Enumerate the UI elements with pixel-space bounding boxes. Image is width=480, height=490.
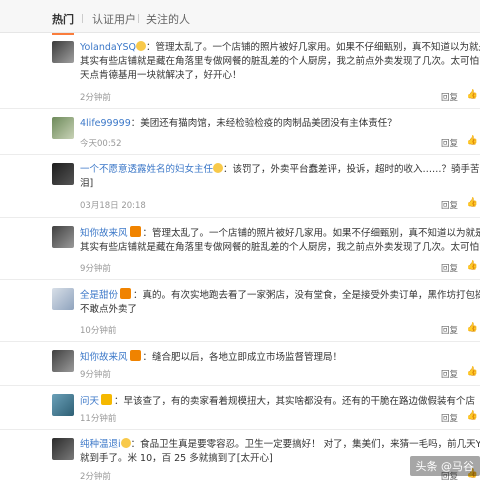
- comment-time: 2分钟前: [80, 470, 111, 482]
- comment-time: 11分钟前: [80, 412, 116, 424]
- avatar[interactable]: [52, 163, 74, 185]
- comment-text: ：食品卫生真是要零容忍。卫生一定要搞好！ 对了，集美们，来猜一毛吗，前几天YsL…: [131, 439, 480, 450]
- comment-text: 其实有些店铺就是藏在角落里专做网餐的脏乱差的个人厨房，我之前点外卖发现了几次。太…: [80, 241, 480, 255]
- smile-icon: [213, 163, 223, 173]
- comment-body: 问天 ：早该查了，有的卖家看着规模扭大，其实啥都没有。还有的干脆在路边做假装有个店: [80, 394, 480, 409]
- comment-text: 天点肯德基用一块就解决了，好开心！: [80, 69, 480, 83]
- avatar[interactable]: [52, 438, 74, 460]
- vip-badge-icon: [130, 350, 141, 361]
- comment-time: 10分钟前: [80, 324, 116, 336]
- avatar[interactable]: [52, 226, 74, 248]
- username-link[interactable]: 4life99999: [80, 118, 131, 129]
- comment-time: 9分钟前: [80, 262, 111, 274]
- reply-button[interactable]: 回复: [441, 412, 458, 424]
- comment-time: 9分钟前: [80, 368, 111, 380]
- comment-tabs: 热门 认证用户 关注的人: [0, 0, 480, 33]
- comment-text: 泪]: [80, 177, 480, 191]
- username-link[interactable]: 问天: [80, 396, 99, 407]
- tab-following[interactable]: 关注的人: [146, 11, 190, 27]
- vip-badge-icon: [101, 394, 112, 405]
- tab-divider: [82, 14, 83, 23]
- avatar[interactable]: [52, 41, 74, 63]
- tab-verified-users[interactable]: 认证用户: [92, 11, 136, 27]
- comment-text: ：管理太乱了。一个店铺的照片被好几家用。如果不仔细甄别，真不知道以为就是同一家: [146, 42, 480, 53]
- comment-body: 知你故来风 ：管理太乱了。一个店铺的照片被好几家用。如果不仔细甄别，真不知道以为就…: [80, 226, 480, 255]
- reply-button[interactable]: 回复: [441, 262, 458, 274]
- comment-item: 知你故来风 ：管理太乱了。一个店铺的照片被好几家用。如果不仔细甄别，真不知道以为就…: [0, 218, 480, 280]
- comment-time: 2分钟前: [80, 91, 111, 103]
- comment-item: YolandaYSQ ：管理太乱了。一个店铺的照片被好几家用。如果不仔细甄别，真不…: [0, 33, 480, 109]
- vip-badge-icon: [130, 226, 141, 237]
- comment-item: 4life99999：美团还有猫肉馆，未经检验检疫的肉制品美团没有主体责任？ 今…: [0, 109, 480, 155]
- reply-button[interactable]: 回复: [441, 199, 458, 211]
- comment-body: 全是甜份 ：真的。有次实地跑去看了一家粥店，没有堂食，全是接受外卖订单，黑作坊打包…: [80, 288, 480, 317]
- tab-hot[interactable]: 热门: [52, 11, 74, 27]
- comment-text: ：缝合肥以后，各地立即成立市场监督管理局！: [143, 352, 343, 363]
- comment-text: ：真的。有次实地跑去看了一家粥店，没有堂食，全是接受外卖订单，黑作坊打包操作看了: [133, 290, 480, 301]
- avatar[interactable]: [52, 117, 74, 139]
- comment-body: YolandaYSQ ：管理太乱了。一个店铺的照片被好几家用。如果不仔细甄别，真不…: [80, 41, 480, 83]
- like-icon[interactable]: 👍: [467, 411, 478, 421]
- comment-time: 今天00:52: [80, 137, 122, 149]
- comment-item: 纯种温退i ：食品卫生真是要零容忍。卫生一定要搞好！ 对了，集美们，来猜一毛吗，前…: [0, 430, 480, 490]
- tab-divider: [138, 14, 139, 23]
- like-icon[interactable]: 👍: [467, 261, 478, 271]
- comment-body: 知你故来风 ：缝合肥以后，各地立即成立市场监督管理局！: [80, 350, 480, 365]
- like-icon[interactable]: 👍: [467, 323, 478, 333]
- username-link[interactable]: YolandaYSQ: [80, 42, 136, 53]
- reply-button[interactable]: 回复: [441, 137, 458, 149]
- avatar[interactable]: [52, 288, 74, 310]
- reply-button[interactable]: 回复: [441, 91, 458, 103]
- comment-body: 一个不愿意透露姓名的妇女主任 ：该罚了，外卖平台蠢差评，投诉，超时的收入……？骑手…: [80, 163, 480, 191]
- comment-time: 03月18日 20:18: [80, 199, 146, 211]
- username-link[interactable]: 全是甜份: [80, 290, 118, 301]
- smile-icon: [136, 41, 146, 51]
- smile-icon: [121, 438, 131, 448]
- comment-text: 其实有些店铺就是藏在角落里专做网餐的脏乱差的个人厨房，我之前点外卖发现了几次。太…: [80, 55, 480, 69]
- comment-item: 问天 ：早该查了，有的卖家看着规模扭大，其实啥都没有。还有的干脆在路边做假装有个店…: [0, 386, 480, 430]
- comment-text: ：美团还有猫肉馆，未经检验检疫的肉制品美团没有主体责任？: [131, 118, 397, 129]
- username-link[interactable]: 一个不愿意透露姓名的妇女主任: [80, 164, 213, 175]
- comment-text: ：早该查了，有的卖家看着规模扭大，其实啥都没有。还有的干脆在路边做假装有个店: [114, 396, 475, 407]
- avatar[interactable]: [52, 350, 74, 372]
- reply-button[interactable]: 回复: [441, 324, 458, 336]
- comment-text: ：该罚了，外卖平台蠢差评，投诉，超时的收入……？骑手苦不堪言: [223, 164, 480, 175]
- comment-item: 知你故来风 ：缝合肥以后，各地立即成立市场监督管理局！ 9分钟前 回复 👍: [0, 342, 480, 386]
- like-icon[interactable]: 👍: [467, 136, 478, 146]
- like-icon[interactable]: 👍: [467, 367, 478, 377]
- avatar[interactable]: [52, 394, 74, 416]
- username-link[interactable]: 纯种温退i: [80, 439, 121, 450]
- username-link[interactable]: 知你故来风: [80, 352, 128, 363]
- reply-button[interactable]: 回复: [441, 368, 458, 380]
- watermark: 头条 @马谷: [410, 456, 480, 476]
- comment-body: 4life99999：美团还有猫肉馆，未经检验检疫的肉制品美团没有主体责任？: [80, 117, 480, 131]
- comment-list: YolandaYSQ ：管理太乱了。一个店铺的照片被好几家用。如果不仔细甄别，真不…: [0, 33, 480, 490]
- comment-text: 不敢点外卖了: [80, 303, 480, 317]
- comment-item: 一个不愿意透露姓名的妇女主任 ：该罚了，外卖平台蠢差评，投诉，超时的收入……？骑手…: [0, 155, 480, 218]
- like-icon[interactable]: 👍: [467, 198, 478, 208]
- vip-badge-icon: [120, 288, 131, 299]
- comment-item: 全是甜份 ：真的。有次实地跑去看了一家粥店，没有堂食，全是接受外卖订单，黑作坊打包…: [0, 280, 480, 342]
- like-icon[interactable]: 👍: [467, 90, 478, 100]
- username-link[interactable]: 知你故来风: [80, 228, 128, 239]
- comment-text: ：管理太乱了。一个店铺的照片被好几家用。如果不仔细甄别，真不知道以为就是同一家: [143, 228, 480, 239]
